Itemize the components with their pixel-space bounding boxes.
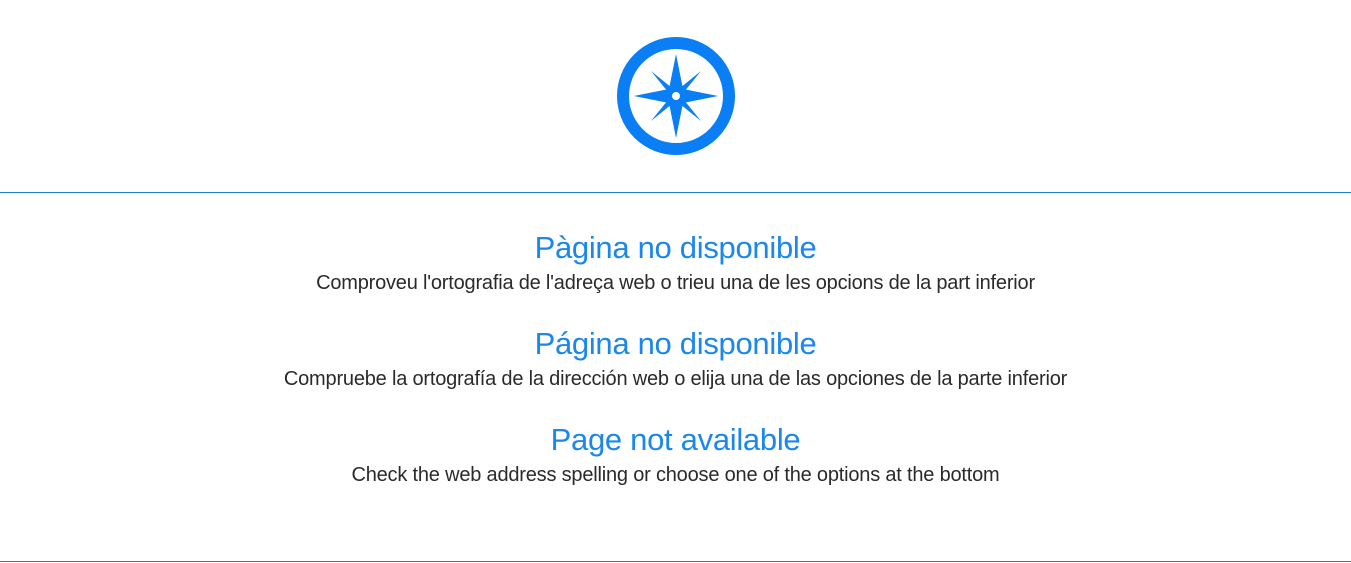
compass-icon [616, 37, 735, 155]
message-title: Página no disponible [534, 326, 817, 361]
message-text: Compruebe la ortografía de la dirección … [283, 368, 1068, 390]
bottom-divider [0, 561, 1351, 562]
message-title: Pàgina no disponible [534, 230, 817, 265]
error-messages: Pàgina no disponible Comproveu l'ortogra… [0, 226, 1351, 514]
message-title: Page not available [550, 422, 801, 457]
message-text: Check the web address spelling or choose… [351, 464, 1000, 486]
top-divider [0, 192, 1351, 193]
logo [0, 36, 1351, 156]
message-text: Comproveu l'ortografia de l'adreça web o… [316, 272, 1035, 294]
message-catalan: Pàgina no disponible Comproveu l'ortogra… [0, 226, 1351, 296]
message-english: Page not available Check the web address… [0, 418, 1351, 488]
message-spanish: Página no disponible Compruebe la ortogr… [0, 322, 1351, 392]
